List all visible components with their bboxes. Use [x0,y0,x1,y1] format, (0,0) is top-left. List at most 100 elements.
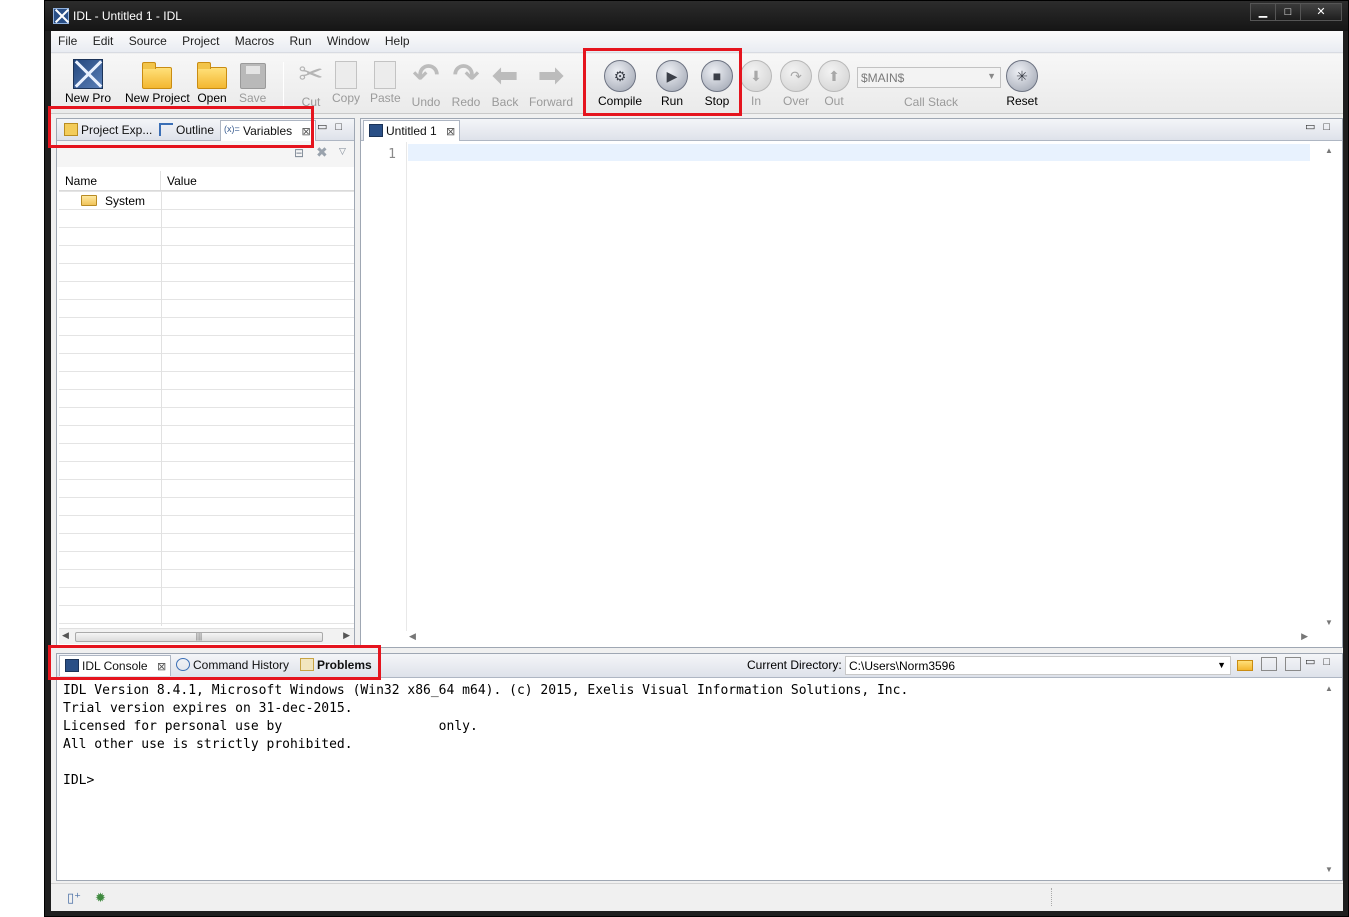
close-tab-icon[interactable]: ⊠ [157,660,166,673]
view-menu-icon[interactable]: ▽ [339,146,346,157]
variables-toolbar: ⊟ ✖ ▽ [57,141,354,167]
open-folder-icon[interactable] [1237,660,1253,671]
back-button[interactable]: ⬅ Back [488,57,522,109]
scroll-left-icon[interactable]: ◀ [62,630,69,641]
console-line: All other use is strictly prohibited. [63,737,353,752]
call-stack-dropdown[interactable]: $MAIN$ ▼ [857,67,1001,88]
copy-button[interactable]: Copy [332,57,360,105]
step-in-icon: ⬇ [740,60,772,92]
forward-arrow-icon: ➡ [537,57,565,93]
new-pro-button[interactable]: New Pro [65,57,111,105]
step-over-button[interactable]: ↷ Over [780,57,812,108]
close-button[interactable]: ✕ [1300,3,1342,21]
current-line-highlight[interactable] [408,144,1310,161]
console-prompt[interactable]: IDL> [63,772,1318,790]
current-directory-label: Current Directory: [747,658,842,672]
reset-icon: ✳ [1006,60,1038,92]
column-name[interactable]: Name [59,171,161,190]
console-vertical-scrollbar[interactable]: ▲ ▼ [1321,680,1338,878]
cut-button[interactable]: ✂ Cut [294,57,328,109]
menu-bar: File Edit Source Project Macros Run Wind… [51,31,1343,53]
variables-table: Name Value System [59,171,354,626]
chevron-down-icon: ▼ [987,71,996,81]
status-bar: ▯⁺ ✹ [51,883,1343,911]
scroll-thumb[interactable]: ||| [75,632,323,642]
console-panel: IDL Console ⊠ Command History Problems C… [56,653,1343,881]
menu-project[interactable]: Project [176,31,225,48]
scroll-up-icon[interactable]: ▲ [1325,684,1333,693]
call-stack-value: $MAIN$ [861,71,905,85]
editor-horizontal-scrollbar[interactable]: ◀ ▶ [407,631,1310,645]
variables-panel: Project Exp... Outline (x)= Variables ⊠ … [56,118,355,648]
console-min-max-icons[interactable]: ▭□ [1305,655,1338,668]
editor-min-max-icons[interactable]: ▭□ [1305,120,1338,133]
console-line: Licensed for personal use by only. [63,719,478,734]
remove-icon[interactable]: ✖ [316,144,328,161]
menu-edit[interactable]: Edit [87,31,120,48]
open-button[interactable]: Open [197,57,227,105]
properties-icon[interactable] [1261,657,1277,671]
console-tabbar: IDL Console ⊠ Command History Problems C… [57,654,1342,678]
scroll-right-icon[interactable]: ▶ [343,630,350,641]
scroll-up-icon[interactable]: ▲ [1325,146,1333,155]
idl-window: IDL - Untitled 1 - IDL ▁ □ ✕ File Edit S… [44,0,1349,917]
menu-help[interactable]: Help [379,31,416,48]
tab-project-explorer[interactable]: Project Exp... [59,120,156,141]
line-number-gutter: 1 [361,142,407,631]
panel-min-max-icons[interactable]: ▭□ [317,120,350,133]
save-disk-icon [239,63,266,89]
window-title: IDL - Untitled 1 - IDL [73,9,182,23]
tab-command-history[interactable]: Command History [171,655,293,676]
close-tab-icon[interactable]: ⊠ [446,125,455,138]
run-button[interactable]: ▶ Run [656,57,688,108]
tab-outline[interactable]: Outline [154,120,218,141]
step-out-button[interactable]: ⬆ Out [818,57,850,108]
editor-panel: Untitled 1 ⊠ ▭□ 1 ▲ ▼ ◀ ▶ [360,118,1343,648]
scroll-down-icon[interactable]: ▼ [1325,618,1333,627]
menu-macros[interactable]: Macros [229,31,280,48]
save-button[interactable]: Save [239,57,266,105]
tab-problems[interactable]: Problems [295,655,376,676]
compile-button[interactable]: ⚙ Compile [598,57,642,108]
variables-icon: (x)= [224,124,240,134]
tab-untitled-1[interactable]: Untitled 1 ⊠ [363,120,461,141]
scroll-down-icon[interactable]: ▼ [1325,865,1333,874]
editor-vertical-scrollbar[interactable]: ▲ ▼ [1321,142,1338,631]
console-output[interactable]: IDL Version 8.4.1, Microsoft Windows (Wi… [63,682,1318,876]
close-tab-icon[interactable]: ⊠ [301,125,310,138]
scissors-icon: ✂ [298,58,324,91]
menu-window[interactable]: Window [321,31,376,48]
scroll-right-icon[interactable]: ▶ [1301,631,1308,642]
minimize-button[interactable]: ▁ [1250,3,1276,21]
menu-file[interactable]: File [51,31,83,48]
paste-button[interactable]: Paste [370,57,401,105]
bug-icon[interactable]: ✹ [95,890,106,906]
undo-button[interactable]: ↶ Undo [409,57,443,109]
reset-button[interactable]: ✳ Reset [1006,57,1038,108]
call-stack-label: Call Stack [904,95,959,109]
idl-file-icon [369,124,383,137]
fast-view-icon[interactable]: ▯⁺ [67,890,81,906]
tab-idl-console[interactable]: IDL Console ⊠ [59,655,172,676]
new-project-button[interactable]: New Project [125,57,190,105]
title-bar[interactable]: IDL - Untitled 1 - IDL ▁ □ ✕ [45,1,1348,31]
menu-run[interactable]: Run [283,31,317,48]
column-value[interactable]: Value [161,171,203,190]
stop-button[interactable]: ■ Stop [701,57,733,108]
new-project-icon [142,62,173,89]
clear-console-icon[interactable] [1285,657,1301,671]
step-in-button[interactable]: ⬇ In [740,57,772,108]
scroll-left-icon[interactable]: ◀ [409,631,416,642]
maximize-button[interactable]: □ [1275,3,1301,21]
stop-square-icon: ■ [701,60,733,92]
collapse-all-icon[interactable]: ⊟ [294,146,304,160]
horizontal-scrollbar[interactable]: ◀ ||| ▶ [59,628,354,644]
menu-source[interactable]: Source [123,31,173,48]
tab-variables[interactable]: (x)= Variables ⊠ [220,120,316,141]
chevron-down-icon[interactable]: ▼ [1217,660,1226,670]
new-pro-icon [73,59,103,89]
redo-button[interactable]: ↷ Redo [449,57,483,109]
forward-button[interactable]: ➡ Forward [529,57,573,109]
current-directory-dropdown[interactable]: C:\Users\Norm3596 ▼ [845,656,1231,675]
